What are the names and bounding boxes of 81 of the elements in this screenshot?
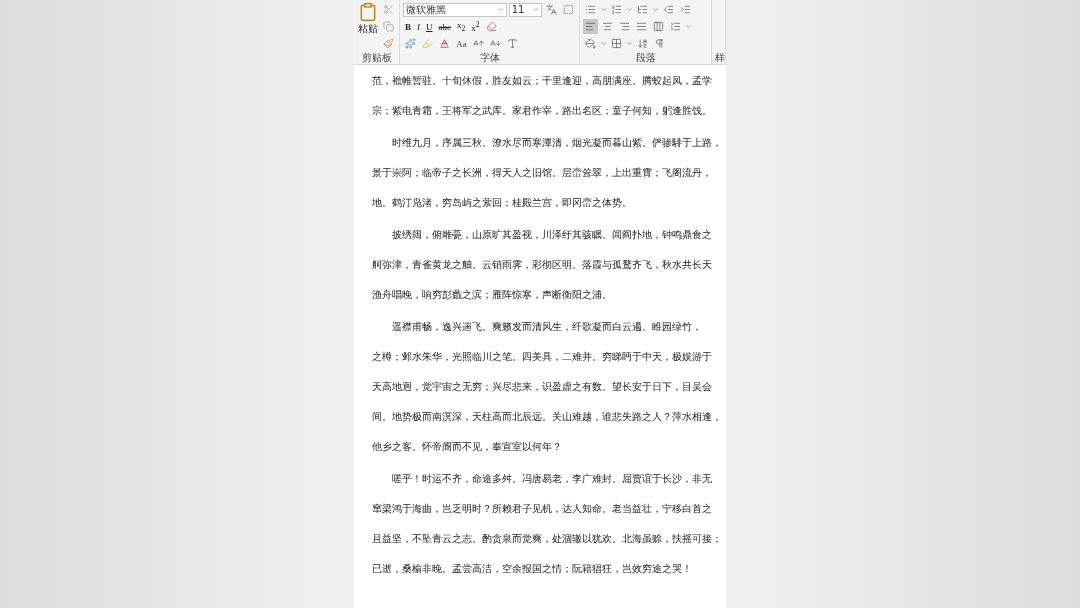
grid-icon bbox=[611, 38, 622, 49]
change-case-button[interactable]: Aa bbox=[454, 36, 469, 51]
copy-icon bbox=[383, 21, 394, 32]
caret-icon bbox=[652, 6, 659, 13]
line-spacing-button[interactable] bbox=[668, 19, 683, 34]
font-color-button[interactable] bbox=[437, 36, 452, 51]
text-line: 披绣闼，俯雕甍，山原旷其盈视，川泽纡其骇瞩。闾阎扑地，钟鸣鼎食之 bbox=[391, 228, 713, 242]
sort-icon bbox=[637, 38, 648, 49]
paintbrush-icon bbox=[383, 38, 394, 49]
format-button[interactable]: x$_{2}$ bbox=[455, 19, 468, 34]
group-label: 段落 bbox=[634, 52, 657, 64]
alignment-button[interactable] bbox=[583, 19, 598, 34]
text-line: 且益坚，不坠青云之志。酌贪泉而觉爽，处涸辙以犹欢。北海虽赊，扶摇可接； bbox=[372, 532, 723, 546]
caret-icon bbox=[626, 6, 633, 13]
justify-icon bbox=[636, 21, 647, 32]
caret-icon bbox=[685, 23, 692, 30]
text-line: 渔舟唱晚，响穷彭蠡之滨；雁阵惊寒，声断衡阳之浦。 bbox=[372, 288, 613, 302]
text-line: 已逝，桑榆非晚。孟尝高洁，空余报国之情；阮籍猖狂，岂效穷途之哭！ bbox=[372, 562, 693, 576]
font-name-field[interactable]: 微软雅黑 bbox=[403, 2, 507, 17]
numbered-list-icon bbox=[611, 4, 622, 15]
align-left-icon bbox=[585, 21, 596, 32]
text-line: 地。鹤汀凫渚，穷岛屿之萦回；桂殿兰宫，即冈峦之体势。 bbox=[372, 196, 633, 210]
format-button[interactable]: abc bbox=[436, 19, 453, 34]
distribute-icon bbox=[653, 21, 664, 32]
caret-icon bbox=[600, 40, 607, 47]
sort-button[interactable] bbox=[635, 36, 650, 51]
shaded-letter-icon bbox=[507, 38, 518, 49]
phonetic-button[interactable] bbox=[544, 2, 559, 17]
numbering-button[interactable] bbox=[609, 2, 624, 17]
text-line: 范，襜帷暂驻。十旬休假，胜友如云；千里逢迎，高朋满座。腾蛟起凤，孟学 bbox=[372, 74, 713, 88]
font-color-icon bbox=[439, 38, 450, 49]
sparkle-icon bbox=[405, 38, 416, 49]
format-button[interactable]: x$^{2}$ bbox=[469, 19, 482, 34]
align-center-icon bbox=[602, 21, 613, 32]
caret-icon bbox=[532, 6, 539, 13]
copy-button[interactable] bbox=[381, 19, 396, 34]
format-painter-button[interactable] bbox=[381, 36, 396, 51]
format-button[interactable]: U bbox=[424, 19, 435, 34]
char-border-button[interactable] bbox=[561, 2, 576, 17]
borders-button[interactable] bbox=[609, 36, 624, 51]
bullet-list-icon bbox=[585, 4, 596, 15]
cut-button[interactable] bbox=[381, 2, 396, 17]
bordered-letter-icon bbox=[563, 4, 574, 15]
text-line: 窜梁鸿于海曲，岂乏明时？所赖君子见机，达人知命。老当益壮，宁移白首之 bbox=[372, 502, 713, 516]
text-line: 时维九月，序属三秋。潦水尽而寒潭清，烟光凝而暮山紫。俨骖騑于上路， bbox=[391, 136, 723, 150]
shading-button[interactable] bbox=[583, 36, 598, 51]
text-line: 遥襟甫畅，逸兴遄飞。爽籁发而清风生，纤歌凝而白云遏。睢园绿竹， bbox=[391, 320, 703, 334]
text-effects-button[interactable] bbox=[403, 36, 418, 51]
indent-decrease-icon bbox=[663, 4, 674, 15]
text-line: 之樽；邺水朱华，光照临川之笔。四美具，二难并。穷睇眄于中天，极娱游于 bbox=[372, 350, 713, 364]
text-line: 间。地势极而南溟深，天柱高而北辰远。关山难越，谁悲失路之人？萍水相逢， bbox=[372, 410, 723, 424]
indent-increase-icon bbox=[680, 4, 691, 15]
multilevel-list-icon bbox=[637, 4, 648, 15]
text-line: 舸弥津，青雀黄龙之舳。云销雨霁，彩彻区明。落霞与孤鹜齐飞，秋水共长天 bbox=[372, 258, 713, 272]
shrink-font-icon bbox=[490, 38, 501, 49]
scissors-icon bbox=[383, 4, 394, 15]
align-right-icon bbox=[619, 21, 630, 32]
grow-font-icon bbox=[473, 38, 484, 49]
text-line: 宗；紫电青霜，王将军之武库。家君作宰，路出名区；童子何知，躬逢胜饯。 bbox=[372, 104, 713, 118]
paste-button[interactable]: 粘贴 bbox=[357, 2, 378, 52]
text-line: 景于崇阿；临帝子之长洲，得天人之旧馆。层峦耸翠，上出重霄；飞阁流丹， bbox=[372, 166, 713, 180]
caret-icon bbox=[496, 6, 504, 13]
clear-format-button[interactable] bbox=[483, 19, 499, 34]
text-line: 天高地迥，觉宇宙之无穷；兴尽悲来，识盈虚之有数。望长安于日下，目吴会 bbox=[372, 380, 713, 394]
eraser-icon bbox=[485, 21, 497, 32]
font-size-field[interactable]: 11 bbox=[508, 2, 542, 17]
char-shading-button[interactable] bbox=[505, 36, 520, 51]
paint-bucket-icon bbox=[585, 38, 596, 49]
caret-icon bbox=[626, 40, 633, 47]
text-line: 他乡之客。怀帝阍而不见，奉宣室以何年？ bbox=[372, 440, 563, 454]
highlighter-icon bbox=[422, 38, 433, 49]
format-button[interactable]: B bbox=[403, 19, 413, 34]
alignment-button[interactable] bbox=[651, 19, 666, 34]
format-button[interactable]: I bbox=[415, 19, 422, 34]
phonetic-icon bbox=[546, 4, 557, 15]
line-spacing-icon bbox=[670, 21, 681, 32]
group-label: 剪贴板 bbox=[360, 52, 393, 64]
text-line: 嗟乎！时运不齐，命途多舛。冯唐易老，李广难封。屈贾谊于长沙，非无 bbox=[391, 472, 713, 486]
group-label: 字体 bbox=[478, 52, 501, 64]
caret-icon bbox=[600, 6, 607, 13]
pilcrow-icon bbox=[654, 38, 665, 49]
